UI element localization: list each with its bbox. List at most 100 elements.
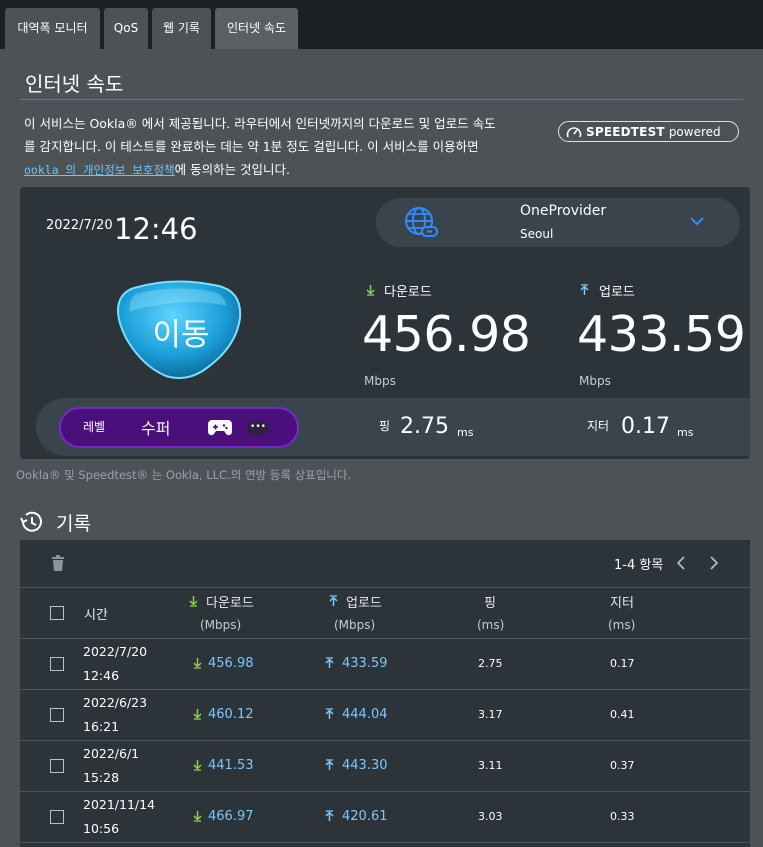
tab-qos[interactable]: QoS — [104, 8, 148, 49]
download-arrow-icon — [193, 760, 202, 771]
jitter-label: 지터 — [587, 419, 610, 433]
row-upload: 433.59 — [342, 656, 388, 671]
trademark-note: Ookla® 및 Speedtest® 는 Ookla, LLC.의 연방 등록… — [16, 468, 352, 482]
jitter-value: 0.17 — [621, 414, 670, 439]
history-icon — [20, 511, 42, 532]
rating-label: 이동 — [152, 317, 210, 353]
row-time: 12:46 — [83, 668, 120, 683]
history-title: 기록 — [56, 513, 91, 535]
row-jitter: 0.33 — [610, 810, 635, 823]
download-arrow-icon — [193, 811, 202, 822]
tab-web-history[interactable]: 웹 기록 — [152, 8, 211, 49]
row-divider — [20, 689, 750, 690]
tab-bandwidth-monitor[interactable]: 대역폭 모니터 — [5, 8, 100, 49]
row-jitter: 0.17 — [610, 657, 635, 670]
col-jitter: 지터 — [610, 596, 634, 611]
row-checkbox[interactable] — [50, 708, 64, 722]
col-download: 다운로드 — [206, 596, 254, 611]
chevron-down-icon[interactable] — [689, 215, 705, 227]
speedometer-icon — [566, 126, 582, 137]
upload-unit: Mbps — [579, 374, 611, 388]
col-upload-unit: (Mbps) — [334, 618, 376, 632]
row-time: 16:21 — [83, 719, 120, 734]
page-title: 인터넷 속도 — [25, 72, 124, 96]
ping-label: 핑 — [379, 419, 391, 433]
download-value: 456.98 — [362, 306, 531, 363]
service-description: 이 서비스는 Ookla® 에서 제공됩니다. 라우터에서 인터넷까지의 다운로… — [24, 112, 549, 182]
row-download: 441.53 — [208, 758, 254, 773]
upload-arrow-icon — [580, 284, 589, 295]
privacy-policy-link[interactable]: ookla 의 개인정보 보호정책 — [24, 163, 175, 177]
download-arrow-icon — [189, 596, 198, 607]
row-time: 15:28 — [83, 770, 120, 785]
powered-text: powered — [668, 124, 721, 139]
row-ping: 3.03 — [478, 810, 503, 823]
pager-range: 1-4 항목 — [614, 558, 664, 573]
level-pill[interactable]: 레벨 수퍼 ••• — [59, 407, 299, 448]
title-divider — [20, 99, 743, 100]
row-date: 2022/6/1 — [83, 746, 140, 761]
server-name: OneProvider — [520, 203, 607, 219]
row-download: 466.97 — [208, 809, 254, 824]
col-upload: 업로드 — [346, 596, 382, 611]
upload-label: 업로드 — [599, 285, 635, 300]
select-all-checkbox[interactable] — [50, 606, 64, 620]
speedtest-powered-logo: SPEEDTEST powered — [558, 121, 739, 142]
row-ping: 2.75 — [478, 657, 503, 670]
row-time: 10:56 — [83, 821, 120, 836]
tab-bar: 대역폭 모니터 QoS 웹 기록 인터넷 속도 — [0, 0, 763, 49]
upload-arrow-icon — [325, 759, 334, 770]
chevron-left-icon[interactable] — [675, 556, 687, 570]
upload-arrow-icon — [325, 810, 334, 821]
row-checkbox[interactable] — [50, 810, 64, 824]
row-jitter: 0.37 — [610, 759, 635, 772]
more-icon[interactable]: ••• — [247, 421, 269, 435]
col-time: 시간 — [84, 608, 108, 623]
row-jitter: 0.41 — [610, 708, 635, 721]
row-ping: 3.17 — [478, 708, 503, 721]
desc-line-1: 이 서비스는 Ookla® 에서 제공됩니다. 라우터에서 인터넷까지의 다운로… — [24, 116, 496, 131]
row-checkbox[interactable] — [50, 759, 64, 773]
upload-value: 433.59 — [577, 306, 746, 363]
row-download: 456.98 — [208, 656, 254, 671]
desc-line-2: 를 감지합니다. 이 테스트를 완료하는 데는 약 1분 정도 걸립니다. 이 … — [24, 139, 479, 154]
row-upload: 444.04 — [342, 707, 388, 722]
col-ping: 핑 — [484, 596, 496, 611]
col-jitter-unit: (ms) — [608, 618, 636, 632]
download-arrow-icon — [193, 709, 202, 720]
tab-internet-speed[interactable]: 인터넷 속도 — [215, 8, 298, 49]
level-label: 레벨 — [83, 420, 106, 434]
desc-tail: 에 동의하는 것입니다. — [174, 162, 291, 177]
row-download: 460.12 — [208, 707, 254, 722]
row-ping: 3.11 — [478, 759, 503, 772]
upload-arrow-icon — [329, 595, 338, 606]
col-download-unit: (Mbps) — [200, 618, 242, 632]
row-divider — [20, 842, 750, 843]
test-date: 2022/7/20 — [46, 218, 113, 233]
chevron-right-icon[interactable] — [708, 556, 720, 570]
row-upload: 420.61 — [342, 809, 388, 824]
row-upload: 443.30 — [342, 758, 388, 773]
row-checkbox[interactable] — [50, 657, 64, 671]
row-divider — [20, 638, 750, 639]
trash-icon[interactable] — [52, 555, 64, 571]
jitter-unit: ms — [677, 426, 694, 439]
row-date: 2022/6/23 — [83, 695, 148, 710]
col-ping-unit: (ms) — [477, 618, 505, 632]
header-divider — [20, 587, 750, 588]
level-value: 수퍼 — [141, 419, 171, 438]
speedtest-wordmark: SPEEDTEST — [586, 124, 665, 139]
download-label: 다운로드 — [384, 285, 432, 300]
row-date: 2021/11/14 — [83, 797, 156, 812]
row-divider — [20, 740, 750, 741]
gamepad-icon — [208, 420, 232, 436]
server-selector[interactable]: OneProvider Seoul — [376, 198, 740, 247]
row-divider — [20, 791, 750, 792]
download-arrow-icon — [366, 285, 375, 296]
upload-arrow-icon — [325, 657, 334, 668]
ping-unit: ms — [457, 426, 474, 439]
server-city: Seoul — [520, 227, 554, 241]
download-arrow-icon — [193, 658, 202, 669]
download-unit: Mbps — [364, 374, 396, 388]
globe-icon — [405, 207, 438, 237]
